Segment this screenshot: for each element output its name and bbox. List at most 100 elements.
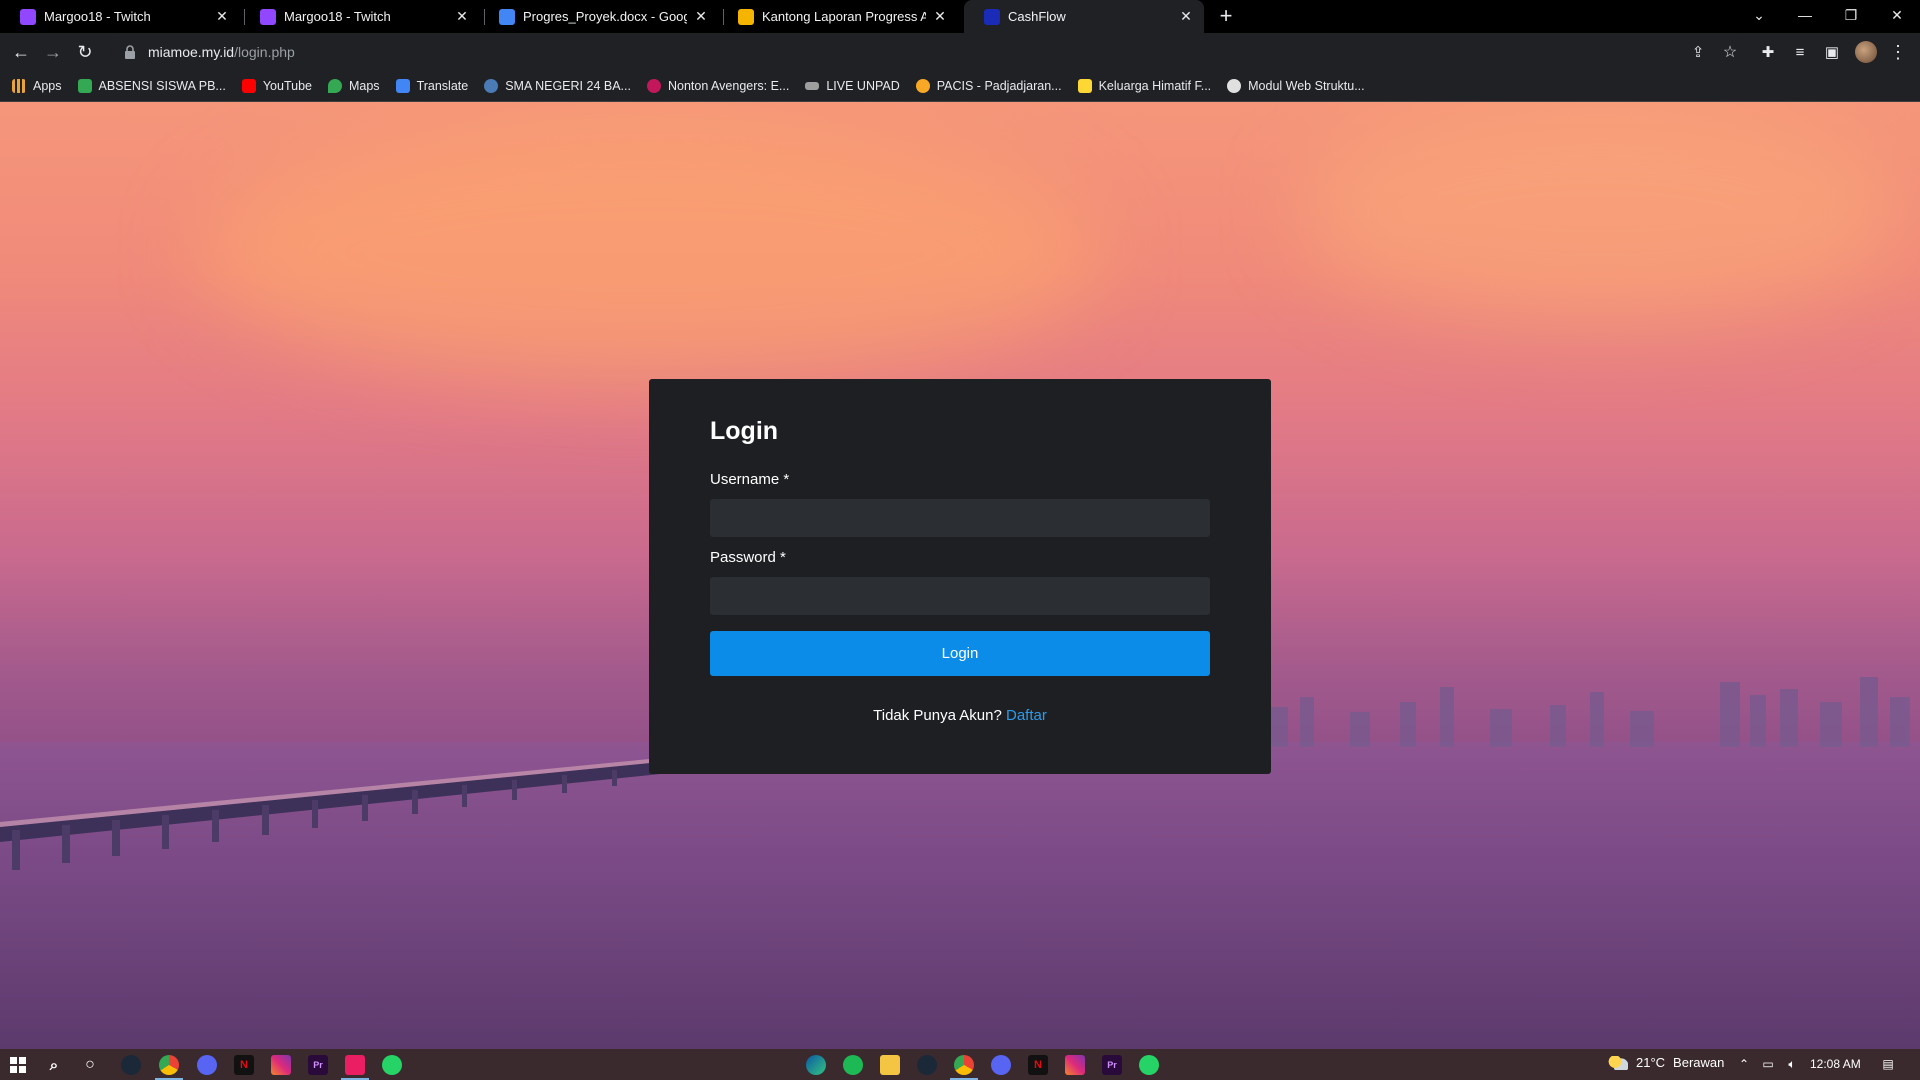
close-icon[interactable]: ✕ bbox=[454, 8, 470, 25]
username-field[interactable] bbox=[710, 499, 1210, 537]
cortana-icon[interactable]: ○ bbox=[80, 1055, 100, 1075]
chrome-icon[interactable] bbox=[159, 1055, 179, 1075]
forward-button[interactable]: → bbox=[39, 38, 67, 66]
lock-icon bbox=[125, 45, 135, 59]
back-button[interactable]: ← bbox=[7, 38, 35, 66]
tab-google-docs[interactable]: Progres_Proyek.docx - Google Do ✕ bbox=[479, 0, 719, 33]
extensions-icon[interactable]: ✚ bbox=[1754, 38, 1782, 66]
bookmark-label: SMA NEGERI 24 BA... bbox=[505, 79, 631, 93]
bookmark-himatif[interactable]: Keluarga Himatif F... bbox=[1077, 79, 1212, 93]
clock[interactable]: 12:08 AM bbox=[1810, 1057, 1861, 1071]
reload-button[interactable]: ↻ bbox=[71, 38, 99, 66]
close-icon[interactable]: ✕ bbox=[932, 8, 948, 25]
weather-widget[interactable]: 21°C Berawan bbox=[1608, 1055, 1724, 1070]
side-panel-icon[interactable]: ▣ bbox=[1818, 38, 1846, 66]
discord-icon[interactable] bbox=[197, 1055, 217, 1075]
tab-twitch-1[interactable]: Margoo18 - Twitch ✕ bbox=[0, 0, 240, 33]
bookmark-pacis[interactable]: PACIS - Padjadjaran... bbox=[915, 79, 1062, 93]
netflix-icon[interactable]: N bbox=[234, 1055, 254, 1075]
bookmark-youtube[interactable]: YouTube bbox=[241, 79, 312, 93]
edge-icon[interactable] bbox=[806, 1055, 826, 1075]
bookmark-label: Translate bbox=[416, 79, 469, 93]
cashflow-icon bbox=[984, 8, 1000, 25]
bookmark-label: YouTube bbox=[262, 79, 312, 93]
background-skyline bbox=[1270, 677, 1910, 747]
browser-toolbar: ← → ↻ miamoe.my.id/login.php ⇪ ☆ ✚ ≡ ▣ ⋮ bbox=[0, 33, 1920, 71]
twitch-icon bbox=[20, 8, 36, 25]
weather-text: Berawan bbox=[1673, 1055, 1725, 1070]
instagram-icon[interactable] bbox=[271, 1055, 291, 1075]
register-prompt-line: Tidak Punya Akun? Daftar bbox=[649, 707, 1271, 724]
cloudy-icon bbox=[1608, 1055, 1628, 1070]
bookmark-label: LIVE UNPAD bbox=[826, 79, 900, 93]
app-icon[interactable] bbox=[345, 1055, 365, 1075]
close-icon[interactable]: ✕ bbox=[1178, 8, 1194, 25]
translate-icon bbox=[395, 79, 410, 93]
chevron-up-icon[interactable]: ⌃ bbox=[1736, 1057, 1752, 1071]
close-icon[interactable]: ✕ bbox=[693, 8, 709, 25]
register-link[interactable]: Daftar bbox=[1006, 707, 1047, 724]
bookmark-label: Maps bbox=[348, 79, 380, 93]
bookmark-label: Keluarga Himatif F... bbox=[1098, 79, 1212, 93]
media-control-icon[interactable]: ≡ bbox=[1786, 38, 1814, 66]
netflix-icon[interactable]: N bbox=[1028, 1055, 1048, 1075]
steam-icon[interactable] bbox=[917, 1055, 937, 1075]
menu-icon[interactable]: ⋮ bbox=[1884, 38, 1912, 66]
whatsapp-icon[interactable] bbox=[382, 1055, 402, 1075]
pacis-icon bbox=[915, 79, 930, 93]
movie-icon bbox=[646, 79, 661, 93]
username-label: Username * bbox=[710, 471, 790, 488]
discord-icon[interactable] bbox=[991, 1055, 1011, 1075]
bookmark-absensi[interactable]: ABSENSI SISWA PB... bbox=[77, 79, 226, 93]
share-icon[interactable]: ⇪ bbox=[1684, 38, 1712, 66]
bookmark-label: ABSENSI SISWA PB... bbox=[98, 79, 226, 93]
bookmark-star-icon[interactable]: ☆ bbox=[1716, 38, 1744, 66]
tab-kantong-laporan[interactable]: Kantong Laporan Progress Aplika ✕ bbox=[718, 0, 958, 33]
sky-glow bbox=[1300, 102, 1900, 322]
bookmark-live-unpad[interactable]: LIVE UNPAD bbox=[805, 79, 900, 93]
bookmark-label: Nonton Avengers: E... bbox=[667, 79, 790, 93]
new-tab-button[interactable]: + bbox=[1214, 3, 1238, 28]
restore-button[interactable]: ❐ bbox=[1828, 0, 1874, 30]
minimize-button[interactable]: — bbox=[1782, 0, 1828, 30]
avatar[interactable] bbox=[1852, 38, 1880, 66]
tab-twitch-2[interactable]: Margoo18 - Twitch ✕ bbox=[240, 0, 480, 33]
steam-icon[interactable] bbox=[121, 1055, 141, 1075]
weather-temp: 21°C bbox=[1636, 1055, 1666, 1070]
school-icon bbox=[484, 79, 499, 93]
bookmark-maps[interactable]: Maps bbox=[327, 79, 380, 93]
volume-icon[interactable]: 🔈︎ bbox=[1784, 1057, 1800, 1071]
search-icon[interactable]: ⌕ bbox=[44, 1055, 64, 1075]
live-icon bbox=[805, 82, 820, 90]
spotify-icon[interactable] bbox=[843, 1055, 863, 1075]
premiere-icon[interactable]: Pr bbox=[1102, 1055, 1122, 1075]
close-icon[interactable]: ✕ bbox=[214, 8, 230, 25]
instagram-icon[interactable] bbox=[1065, 1055, 1085, 1075]
login-button[interactable]: Login bbox=[710, 631, 1210, 676]
network-icon[interactable]: ▭ bbox=[1760, 1057, 1776, 1071]
tab-title: CashFlow bbox=[1008, 9, 1066, 24]
himatif-icon bbox=[1077, 79, 1092, 93]
modul-icon bbox=[1227, 79, 1242, 93]
password-field[interactable] bbox=[710, 577, 1210, 615]
notification-icon[interactable]: ▤ bbox=[1880, 1057, 1896, 1071]
tab-cashflow[interactable]: CashFlow ✕ bbox=[964, 0, 1204, 33]
url-host: miamoe.my.id bbox=[148, 44, 235, 60]
bookmark-modul-web[interactable]: Modul Web Struktu... bbox=[1227, 79, 1365, 93]
premiere-icon[interactable]: Pr bbox=[308, 1055, 328, 1075]
taskbar: ⌕ ○ N Pr N Pr 21°C Berawan ⌃ ▭ 🔈︎ 12:08 … bbox=[0, 1049, 1920, 1080]
bookmark-label: PACIS - Padjadjaran... bbox=[936, 79, 1062, 93]
bookmark-nonton-avengers[interactable]: Nonton Avengers: E... bbox=[646, 79, 790, 93]
whatsapp-icon[interactable] bbox=[1139, 1055, 1159, 1075]
tab-title: Margoo18 - Twitch bbox=[284, 9, 391, 24]
bookmark-apps[interactable]: Apps bbox=[12, 79, 62, 93]
bookmark-sma-negeri[interactable]: SMA NEGERI 24 BA... bbox=[484, 79, 631, 93]
file-explorer-icon[interactable] bbox=[880, 1055, 900, 1075]
chrome-icon[interactable] bbox=[954, 1055, 974, 1075]
address-bar[interactable]: miamoe.my.id/login.php bbox=[110, 37, 1750, 67]
bookmark-translate[interactable]: Translate bbox=[395, 79, 469, 93]
windows-start-icon[interactable] bbox=[8, 1055, 28, 1075]
close-window-button[interactable]: ✕ bbox=[1874, 0, 1920, 30]
tab-search-icon[interactable]: ⌄ bbox=[1736, 0, 1782, 30]
login-card: Login Username * Password * Login Tidak … bbox=[649, 379, 1271, 774]
